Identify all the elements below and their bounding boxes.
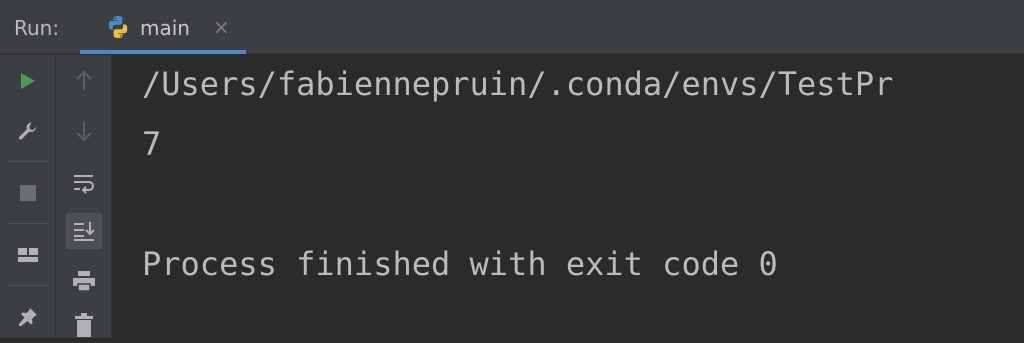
- close-icon[interactable]: ×: [213, 17, 230, 37]
- rerun-button[interactable]: [10, 63, 46, 99]
- console-output[interactable]: /Users/fabiennepruin/.conda/envs/TestPr …: [112, 55, 1024, 338]
- print-icon: [73, 271, 95, 292]
- stop-icon: [20, 185, 36, 201]
- tab-label: main: [140, 16, 190, 40]
- settings-button[interactable]: [10, 113, 46, 149]
- console-line-command: /Users/fabiennepruin/.conda/envs/TestPr: [142, 65, 894, 103]
- next-occurrence-button[interactable]: [66, 113, 102, 149]
- scroll-to-end-button[interactable]: [66, 213, 102, 249]
- tab-main[interactable]: main ×: [80, 0, 246, 54]
- toolbar-separator: [8, 285, 48, 286]
- console-line-exit-message: Process finished with exit code 0: [142, 245, 778, 283]
- run-tool-window-header: Run: main ×: [0, 0, 1024, 54]
- trash-icon: [75, 313, 93, 337]
- wrench-icon: [19, 122, 36, 140]
- run-label: Run:: [14, 16, 60, 40]
- toolbar-separator: [8, 223, 48, 224]
- python-icon: [106, 15, 130, 39]
- previous-occurrence-button[interactable]: [66, 63, 102, 99]
- run-toolbar-primary: [0, 55, 56, 338]
- toolbar-separator: [8, 161, 48, 162]
- tab-selected-indicator: [80, 50, 246, 54]
- layout-button[interactable]: [10, 237, 46, 273]
- stop-button[interactable]: [10, 175, 46, 211]
- soft-wrap-icon: [74, 175, 94, 194]
- down-arrow-icon: [76, 122, 92, 142]
- pin-button[interactable]: [10, 299, 46, 335]
- up-arrow-icon: [76, 70, 92, 90]
- run-toolbar-secondary: [56, 55, 112, 338]
- print-button[interactable]: [66, 263, 102, 299]
- scroll-to-end-icon: [74, 222, 95, 241]
- rerun-icon: [21, 73, 35, 89]
- soft-wrap-button[interactable]: [66, 165, 102, 201]
- pin-icon: [19, 308, 37, 326]
- layout-icon: [18, 248, 38, 262]
- console-line-output: 7: [142, 125, 162, 163]
